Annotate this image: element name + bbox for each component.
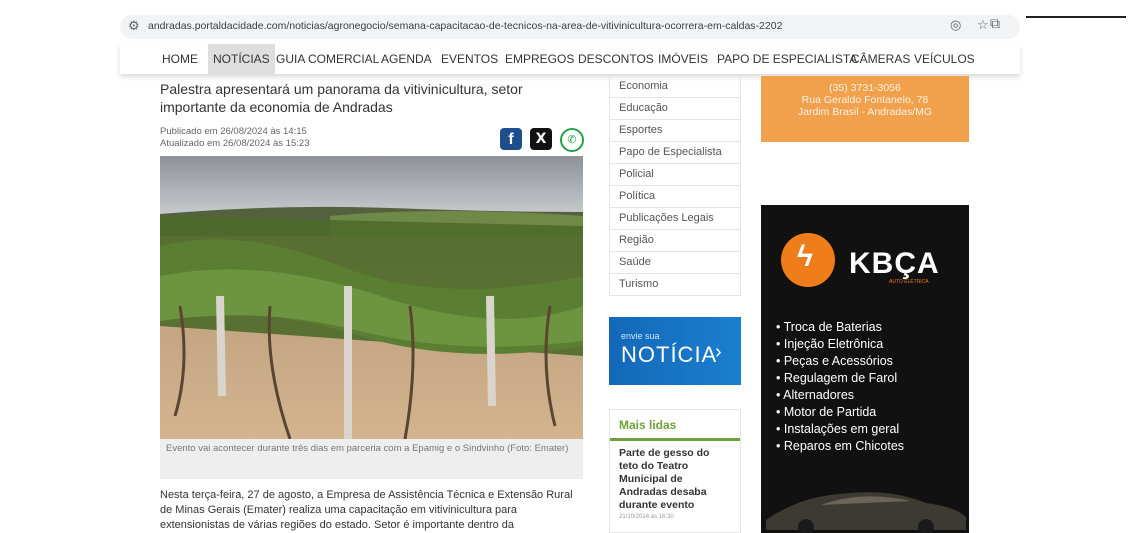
nav-eventos[interactable]: EVENTOS xyxy=(441,44,498,74)
most-read-heading: Mais lidas xyxy=(610,410,740,441)
category-esportes[interactable]: Esportes xyxy=(609,120,741,142)
nav-noticias[interactable]: NOTÍCIAS xyxy=(208,44,275,74)
photo-caption: Evento vai acontecer durante três dias e… xyxy=(160,439,583,479)
updated-date: Atualizado em 26/08/2024 às 15:23 xyxy=(160,138,310,149)
nav-descontos[interactable]: DESCONTOS xyxy=(578,44,654,74)
extensions-icon[interactable]: ⧉ xyxy=(990,16,1000,32)
category-educacao[interactable]: Educação xyxy=(609,98,741,120)
ad-street: Rua Geraldo Fontanelo, 78 xyxy=(801,94,929,106)
kbca-brand: KBÇA xyxy=(849,247,940,280)
category-papo-especialista[interactable]: Papo de Especialista xyxy=(609,142,741,164)
nav-papo-especialista[interactable]: PAPO DE ESPECIALISTA xyxy=(717,44,857,74)
kbca-subtitle: AUTO ELÉTRICA xyxy=(889,279,929,285)
address-bar[interactable]: ⚙ andradas.portaldacidade.com/noticias/a… xyxy=(120,15,1020,39)
chevron-right-icon: › xyxy=(715,341,722,363)
tune-icon[interactable]: ⚙ xyxy=(128,19,140,34)
article-photo xyxy=(160,156,583,439)
eye-off-icon[interactable]: ◎ xyxy=(950,18,961,33)
send-news-big-text: NOTÍCIA xyxy=(621,342,718,367)
kbca-service: • Alternadores xyxy=(776,388,855,402)
article-body: Nesta terça-feira, 27 de agosto, a Empre… xyxy=(160,489,573,531)
most-read-item-link[interactable]: Parte de gesso do teto do Teatro Municip… xyxy=(610,441,740,512)
published-date: Publicado em 26/08/2024 às 14:15 xyxy=(160,126,307,137)
nav-veiculos[interactable]: VEÍCULOS xyxy=(914,44,975,74)
most-read-item-date: 21/10/2024 às 16:30 xyxy=(619,514,674,520)
category-policial[interactable]: Policial xyxy=(609,164,741,186)
article-title: Palestra apresentará um panorama da viti… xyxy=(160,81,523,115)
category-saude[interactable]: Saúde xyxy=(609,252,741,274)
facebook-share-icon[interactable]: f xyxy=(500,128,522,150)
kbca-logo-icon: ϟ xyxy=(781,233,835,287)
category-politica[interactable]: Política xyxy=(609,186,741,208)
nav-guia-comercial[interactable]: GUIA COMERCIAL xyxy=(276,44,379,74)
x-share-icon[interactable]: X xyxy=(530,128,552,150)
tab-strip-line xyxy=(1026,16,1126,18)
car-image xyxy=(766,492,966,533)
url-text[interactable]: andradas.portaldacidade.com/noticias/agr… xyxy=(148,20,782,32)
ad-city: Jardim Brasil - Andradas/MG xyxy=(797,106,933,118)
categories-list: Economia Educação Esportes Papo de Espec… xyxy=(609,76,741,296)
star-icon[interactable]: ☆ xyxy=(977,18,989,33)
kbca-ad-banner[interactable]: ϟ KBÇA AUTO ELÉTRICA • Troca de Baterias… xyxy=(761,205,969,533)
category-regiao[interactable]: Região xyxy=(609,230,741,252)
kbca-service: • Troca de Baterias xyxy=(776,320,882,334)
kbca-services: • Troca de Baterias • Injeção Eletrônica… xyxy=(776,319,904,455)
kbca-service: • Regulagem de Farol xyxy=(776,371,898,385)
article-dates: Publicado em 26/08/2024 às 14:15 Atualiz… xyxy=(160,126,309,150)
nav-imoveis[interactable]: IMÓVEIS xyxy=(658,44,708,74)
nav-home[interactable]: HOME xyxy=(162,44,198,74)
kbca-service: • Motor de Partida xyxy=(776,405,877,419)
category-economia[interactable]: Economia xyxy=(609,76,741,98)
main-nav: HOME NOTÍCIAS GUIA COMERCIAL AGENDA EVEN… xyxy=(120,44,1020,74)
nav-empregos[interactable]: EMPREGOS xyxy=(505,44,574,74)
kbca-service: • Peças e Acessórios xyxy=(776,354,893,368)
category-publicacoes-legais[interactable]: Publicações Legais xyxy=(609,208,741,230)
kbca-service: • Reparos em Chicotes xyxy=(776,439,905,453)
most-read-box: Mais lidas Parte de gesso do teto do Tea… xyxy=(609,409,741,533)
contact-ad-banner[interactable]: (35) 3731-3056 Rua Geraldo Fontanelo, 78… xyxy=(761,76,969,142)
whatsapp-share-icon[interactable]: ✆ xyxy=(560,128,584,152)
kbca-service: • Injeção Eletrônica xyxy=(776,337,884,351)
send-news-banner[interactable]: envie sua NOTÍCIA › xyxy=(609,317,741,385)
send-news-small-text: envie sua xyxy=(621,331,660,341)
kbca-service: • Instalações em geral xyxy=(776,422,900,436)
nav-agenda[interactable]: AGENDA xyxy=(381,44,432,74)
ad-phone: (35) 3731-3056 xyxy=(829,82,901,94)
nav-cameras[interactable]: CÂMERAS xyxy=(851,44,910,74)
category-turismo[interactable]: Turismo xyxy=(609,274,741,296)
